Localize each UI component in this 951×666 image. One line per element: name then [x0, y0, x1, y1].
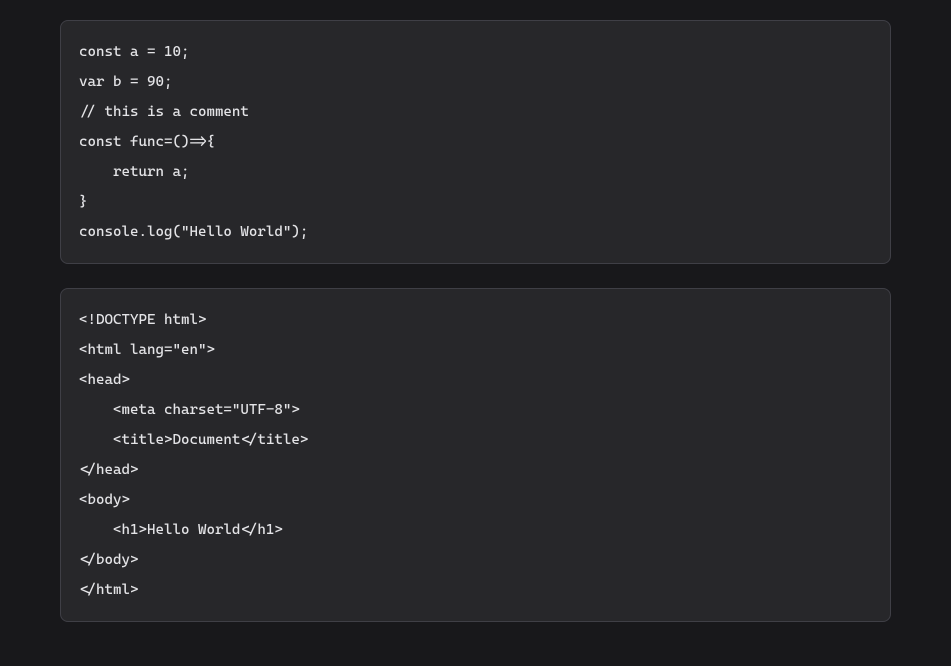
- code-blocks-container: const a = 10; var b = 90; // this is a c…: [0, 0, 951, 666]
- code-block-javascript[interactable]: const a = 10; var b = 90; // this is a c…: [60, 20, 891, 264]
- code-block-html[interactable]: <!DOCTYPE html> <html lang="en"> <head> …: [60, 288, 891, 622]
